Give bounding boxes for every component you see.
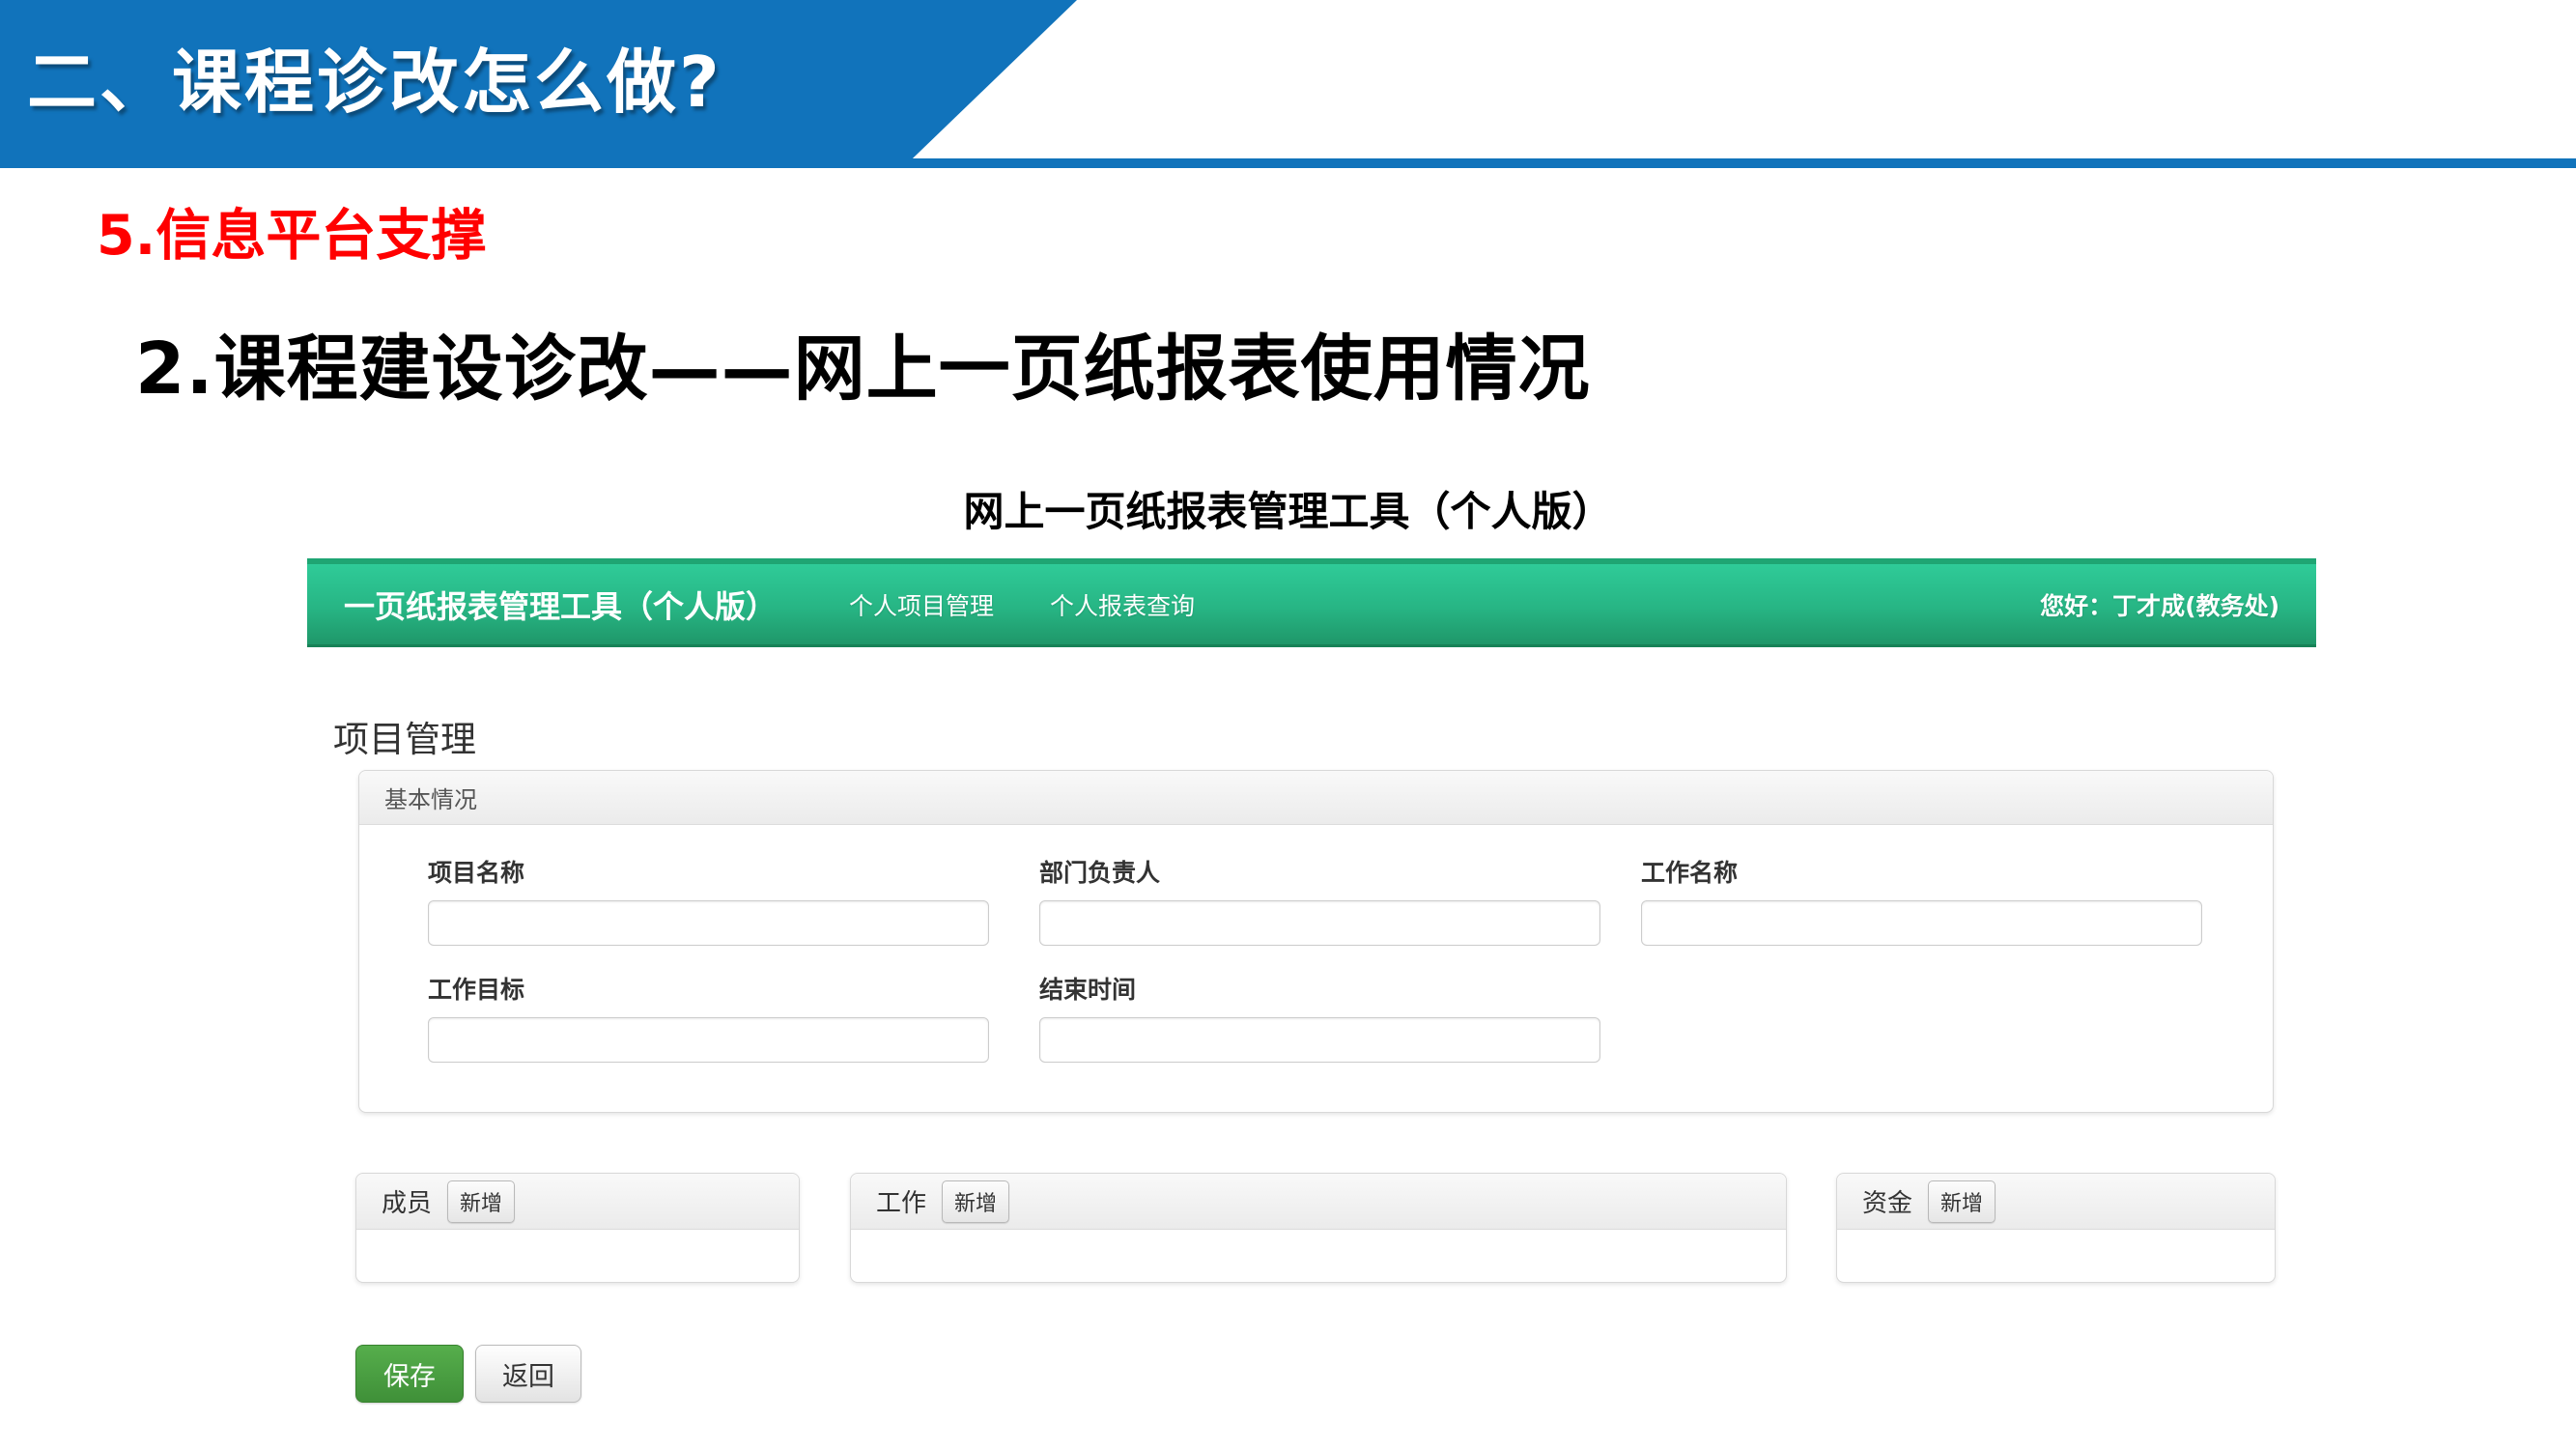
project-name-input[interactable]	[428, 900, 989, 946]
page-title: 项目管理	[333, 710, 476, 762]
basic-info-panel-header: 基本情况	[359, 771, 2273, 825]
work-name-label: 工作名称	[1641, 854, 2202, 889]
project-name-field: 项目名称	[428, 854, 989, 946]
members-panel-title: 成员	[382, 1183, 432, 1219]
work-goal-label: 工作目标	[428, 971, 989, 1006]
work-goal-input[interactable]	[428, 1017, 989, 1063]
department-head-field: 部门负责人	[1039, 854, 1600, 946]
app-navbar: 一页纸报表管理工具（个人版） 个人项目管理 个人报表查询 您好：丁才成(教务处)	[307, 558, 2316, 647]
work-name-input[interactable]	[1641, 900, 2202, 946]
presentation-slide: 二、课程诊改怎么做? 5.信息平台支撑 2.课程建设诊改——网上一页纸报表使用情…	[0, 0, 2576, 1450]
members-add-button[interactable]: 新增	[447, 1180, 515, 1223]
basic-info-panel-title: 基本情况	[384, 781, 477, 814]
work-panel-title: 工作	[876, 1183, 926, 1219]
members-panel: 成员 新增	[355, 1173, 800, 1283]
work-add-button[interactable]: 新增	[942, 1180, 1009, 1223]
end-time-field: 结束时间	[1039, 971, 1600, 1063]
funds-panel-title: 资金	[1862, 1183, 1912, 1219]
work-name-field: 工作名称	[1641, 854, 2202, 946]
department-head-input[interactable]	[1039, 900, 1600, 946]
work-goal-field: 工作目标	[428, 971, 989, 1063]
section-label: 5.信息平台支撑	[97, 191, 486, 270]
end-time-label: 结束时间	[1039, 971, 1600, 1006]
funds-panel: 资金 新增	[1836, 1173, 2276, 1283]
back-button[interactable]: 返回	[475, 1345, 581, 1403]
banner-underline	[0, 158, 2576, 168]
slide-headline: 2.课程建设诊改——网上一页纸报表使用情况	[135, 311, 1591, 414]
members-panel-header: 成员 新增	[356, 1174, 799, 1230]
project-name-label: 项目名称	[428, 854, 989, 889]
department-head-label: 部门负责人	[1039, 854, 1600, 889]
end-time-input[interactable]	[1039, 1017, 1600, 1063]
funds-add-button[interactable]: 新增	[1928, 1180, 1996, 1223]
save-button[interactable]: 保存	[355, 1345, 464, 1403]
user-greeting: 您好：丁才成(教务处)	[2040, 587, 2279, 622]
nav-item-personal-projects[interactable]: 个人项目管理	[849, 587, 994, 622]
screenshot-caption: 网上一页纸报表管理工具（个人版）	[0, 479, 2576, 538]
work-panel: 工作 新增	[850, 1173, 1787, 1283]
nav-item-personal-reports[interactable]: 个人报表查询	[1050, 587, 1195, 622]
navbar-brand[interactable]: 一页纸报表管理工具（个人版）	[344, 583, 777, 627]
work-panel-header: 工作 新增	[851, 1174, 1786, 1230]
funds-panel-header: 资金 新增	[1837, 1174, 2275, 1230]
basic-info-panel: 基本情况 项目名称 部门负责人 工作名称 工作目标 结束时间	[358, 770, 2274, 1113]
banner-title: 二、课程诊改怎么做?	[27, 25, 722, 127]
